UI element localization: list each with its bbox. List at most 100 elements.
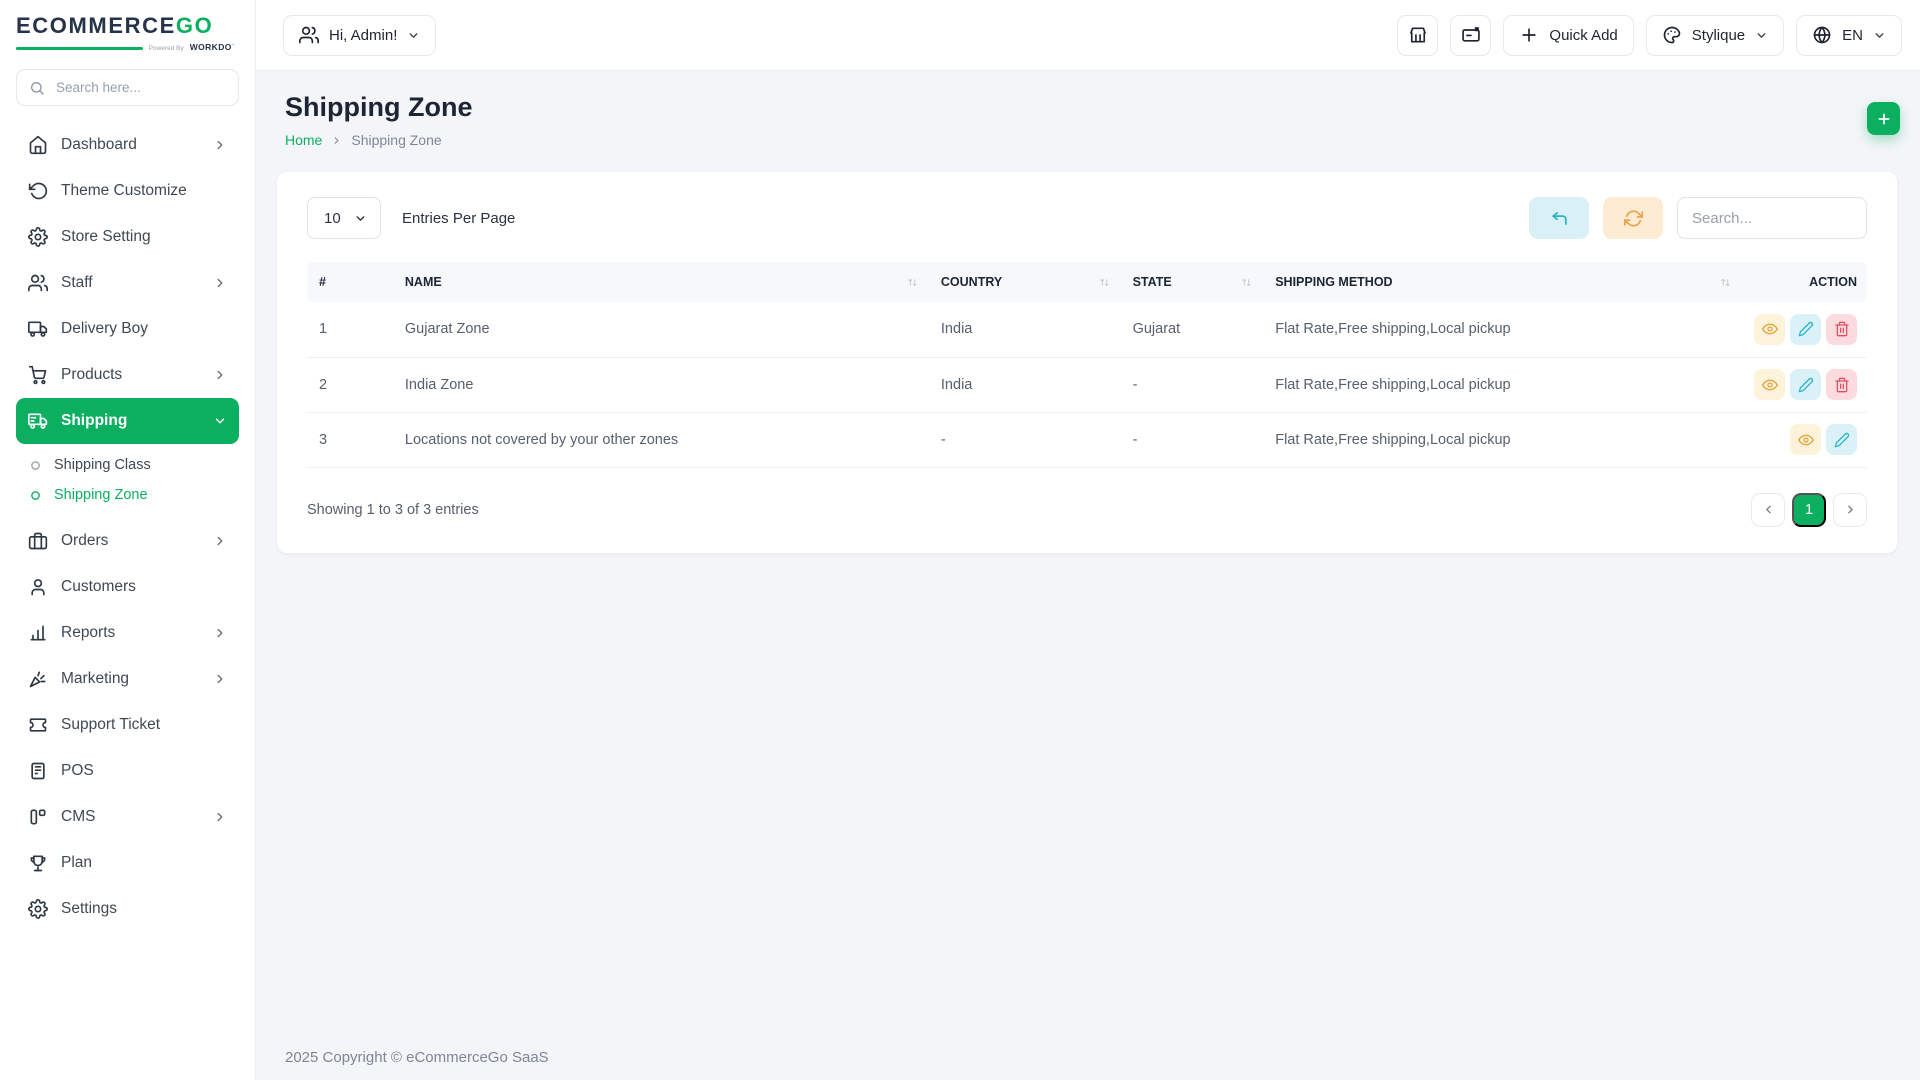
column-header-shipping-method[interactable]: SHIPPING METHOD bbox=[1263, 262, 1742, 302]
trophy-icon bbox=[30, 855, 46, 872]
brand-underline bbox=[16, 47, 143, 50]
row-actions bbox=[1754, 424, 1857, 455]
view-button[interactable] bbox=[1754, 369, 1785, 400]
column-header-state[interactable]: STATE bbox=[1120, 262, 1264, 302]
refresh-icon bbox=[1623, 209, 1643, 227]
chevron-down-icon bbox=[356, 215, 365, 221]
undo-arrow-icon bbox=[1551, 211, 1567, 225]
column-header-country[interactable]: COUNTRY bbox=[928, 262, 1121, 302]
sidebar-item-staff[interactable]: Staff bbox=[16, 260, 239, 306]
pagination: 1 bbox=[1751, 492, 1867, 527]
chevron-right-icon bbox=[217, 812, 223, 822]
brand-name-go: GO bbox=[175, 13, 214, 38]
sidebar-item-support-ticket[interactable]: Support Ticket bbox=[16, 702, 239, 748]
delete-button[interactable] bbox=[1826, 369, 1857, 400]
cell-index: 3 bbox=[307, 412, 393, 468]
sidebar-item-label: Customers bbox=[61, 578, 136, 595]
table-footer: Showing 1 to 3 of 3 entries 1 bbox=[307, 492, 1867, 527]
breadcrumb-home-link[interactable]: Home bbox=[285, 132, 322, 148]
refresh-button[interactable] bbox=[1603, 197, 1663, 239]
quick-add-label: Quick Add bbox=[1549, 26, 1618, 44]
column-header-action: ACTION bbox=[1742, 262, 1867, 302]
sort-icon bbox=[1721, 278, 1730, 286]
view-button[interactable] bbox=[1754, 313, 1785, 345]
storefront-button[interactable] bbox=[1397, 14, 1439, 56]
admin-greeting: Hi, Admin! bbox=[329, 26, 398, 44]
sidebar-subitem-label: Shipping Class bbox=[54, 457, 151, 473]
sidebar-item-products[interactable]: Products bbox=[16, 352, 239, 398]
table-header-row: # NAME COUNTRY STATE SHIPPING METHOD ACT… bbox=[307, 262, 1867, 302]
cell-name: India Zone bbox=[392, 357, 929, 413]
delivery-truck-icon bbox=[28, 321, 48, 337]
shipping-zone-table: # NAME COUNTRY STATE SHIPPING METHOD ACT… bbox=[307, 262, 1867, 468]
sidebar-item-plan[interactable]: Plan bbox=[16, 840, 239, 886]
sidebar-nav: Dashboard Theme Customize Store Setting … bbox=[0, 122, 255, 932]
entries-per-page-select[interactable]: 10 bbox=[307, 197, 381, 239]
admin-menu-button[interactable]: Hi, Admin! bbox=[283, 14, 437, 56]
sidebar-item-label: CMS bbox=[61, 808, 96, 825]
view-button[interactable] bbox=[1790, 424, 1821, 455]
breadcrumb: Home Shipping Zone bbox=[285, 132, 1920, 148]
sidebar-item-orders[interactable]: Orders bbox=[16, 518, 239, 564]
pencil-icon bbox=[1798, 322, 1813, 337]
email-templates-button[interactable] bbox=[1450, 14, 1492, 56]
sidebar-item-shipping-class[interactable]: Shipping Class bbox=[16, 450, 239, 480]
sort-icon bbox=[1099, 278, 1109, 286]
sidebar-item-store-setting[interactable]: Store Setting bbox=[16, 214, 239, 260]
edit-button[interactable] bbox=[1826, 424, 1857, 455]
table-row: 3 Locations not covered by your other zo… bbox=[307, 412, 1867, 468]
cell-shipping-method: Flat Rate,Free shipping,Local pickup bbox=[1263, 357, 1742, 413]
chevron-right-icon bbox=[217, 370, 223, 380]
table-controls-right bbox=[1529, 197, 1867, 239]
cell-country: India bbox=[928, 302, 1121, 358]
cell-shipping-method: Flat Rate,Free shipping,Local pickup bbox=[1263, 412, 1742, 468]
email-icon bbox=[1462, 27, 1480, 42]
sidebar-item-dashboard[interactable]: Dashboard bbox=[16, 122, 239, 168]
current-page-button[interactable]: 1 bbox=[1792, 492, 1826, 527]
breadcrumb-current: Shipping Zone bbox=[351, 132, 442, 148]
add-shipping-zone-button[interactable] bbox=[1867, 102, 1900, 135]
sidebar-search-input[interactable] bbox=[54, 79, 226, 96]
sidebar-item-settings[interactable]: Settings bbox=[16, 886, 239, 932]
sidebar-item-reports[interactable]: Reports bbox=[16, 610, 239, 656]
sidebar-item-delivery-boy[interactable]: Delivery Boy bbox=[16, 306, 239, 352]
table-search-input[interactable] bbox=[1677, 197, 1867, 239]
sidebar-item-theme-customize[interactable]: Theme Customize bbox=[16, 168, 239, 214]
sidebar-item-marketing[interactable]: Marketing bbox=[16, 656, 239, 702]
cms-layout-icon bbox=[30, 809, 46, 825]
sidebar-item-cms[interactable]: CMS bbox=[16, 794, 239, 840]
cell-index: 1 bbox=[307, 302, 393, 358]
powered-by-label: Powered By bbox=[148, 45, 184, 52]
edit-button[interactable] bbox=[1790, 313, 1821, 345]
brand-logo[interactable]: ECOMMERCEGO Powered By WORKDO˙ bbox=[0, 0, 255, 52]
sidebar-item-shipping-zone[interactable]: Shipping Zone bbox=[16, 480, 239, 510]
language-selector-button[interactable]: EN bbox=[1796, 14, 1902, 56]
delete-button[interactable] bbox=[1826, 313, 1857, 345]
page-header: Shipping Zone Home Shipping Zone bbox=[256, 71, 1920, 148]
shipping-zone-card: 10 Entries Per Page # NAME COUNTR bbox=[277, 172, 1897, 553]
sidebar-item-shipping[interactable]: Shipping bbox=[16, 398, 239, 444]
chevron-down-icon bbox=[1757, 32, 1766, 38]
column-header-name[interactable]: NAME bbox=[392, 262, 929, 302]
rotate-ccw-icon bbox=[28, 182, 48, 200]
quick-add-button[interactable]: Quick Add bbox=[1503, 14, 1634, 56]
palette-icon bbox=[1663, 26, 1681, 44]
trash-icon bbox=[1834, 377, 1849, 392]
theme-selector-button[interactable]: Stylique bbox=[1645, 14, 1785, 56]
undo-button[interactable] bbox=[1529, 197, 1589, 239]
previous-page-button[interactable] bbox=[1751, 492, 1785, 527]
users-icon bbox=[28, 274, 48, 292]
sidebar: ECOMMERCEGO Powered By WORKDO˙ Dashboard… bbox=[0, 0, 256, 1080]
chevron-right-icon bbox=[217, 536, 223, 546]
table-row: 1 Gujarat Zone India Gujarat Flat Rate,F… bbox=[307, 302, 1867, 358]
shipping-submenu: Shipping Class Shipping Zone bbox=[16, 444, 239, 518]
sidebar-item-pos[interactable]: POS bbox=[16, 748, 239, 794]
shipping-truck-icon bbox=[28, 413, 48, 429]
cell-name: Gujarat Zone bbox=[392, 302, 929, 358]
column-header-index: # bbox=[307, 262, 393, 302]
next-page-button[interactable] bbox=[1833, 492, 1867, 527]
cell-country: India bbox=[928, 357, 1121, 413]
entries-per-page-value: 10 bbox=[324, 209, 341, 227]
sidebar-item-customers[interactable]: Customers bbox=[16, 564, 239, 610]
edit-button[interactable] bbox=[1790, 369, 1821, 400]
